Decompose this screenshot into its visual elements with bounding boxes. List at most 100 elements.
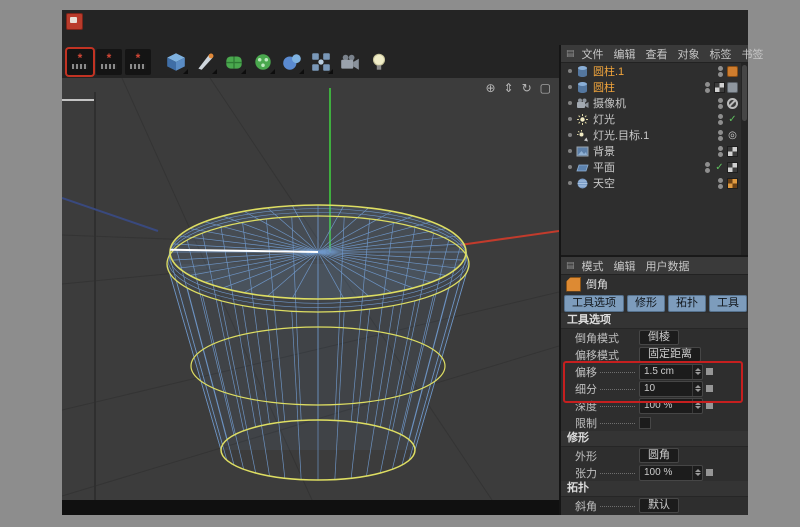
menu-item-edit[interactable]: 编辑 bbox=[609, 46, 641, 62]
object-name[interactable]: 摄像机 bbox=[593, 95, 626, 111]
menu-item-edit[interactable]: 编辑 bbox=[609, 258, 641, 274]
object-row[interactable]: 圆柱.1 bbox=[561, 63, 741, 79]
spinner-arrows-icon[interactable] bbox=[692, 399, 702, 413]
pan-view-icon[interactable]: ⊕ bbox=[485, 81, 495, 95]
menu-item-view[interactable]: 查看 bbox=[641, 46, 673, 62]
light-icon[interactable] bbox=[366, 49, 392, 75]
render-burst-glyph: * bbox=[78, 54, 83, 63]
render-queue-icon[interactable]: * bbox=[125, 49, 151, 75]
expand-dot-icon[interactable] bbox=[568, 101, 572, 105]
expand-dot-icon[interactable] bbox=[568, 133, 572, 137]
object-name[interactable]: 灯光.目标.1 bbox=[593, 127, 649, 143]
visibility-dots-icon[interactable] bbox=[718, 98, 723, 109]
object-name[interactable]: 平面 bbox=[593, 159, 615, 175]
menu-item-bookmarks[interactable]: 书签 bbox=[737, 46, 769, 62]
panel-menu-icon[interactable]: ▤ bbox=[564, 260, 577, 271]
expand-dot-icon[interactable] bbox=[568, 117, 572, 121]
subdivision-input[interactable]: 10 bbox=[639, 381, 703, 397]
tab-tool-options[interactable]: 工具选项 bbox=[564, 295, 624, 312]
slider-handle[interactable] bbox=[706, 368, 713, 375]
object-tree: 圆柱.1 圆柱 摄像机 bbox=[561, 63, 741, 191]
expand-dot-icon[interactable] bbox=[568, 85, 572, 89]
spinner-arrows-icon[interactable] bbox=[692, 382, 702, 396]
expand-dot-icon[interactable] bbox=[568, 69, 572, 73]
object-row[interactable]: 圆柱 bbox=[561, 79, 741, 95]
viewport-3d[interactable]: ⊕ ⇕ ↻ ▢ bbox=[62, 78, 559, 500]
render-settings-icon[interactable]: * bbox=[96, 49, 122, 75]
texture-tag-icon[interactable] bbox=[727, 162, 738, 173]
texture-tag-icon[interactable] bbox=[714, 82, 725, 93]
visibility-dots-icon[interactable] bbox=[718, 66, 723, 77]
expand-dot-icon[interactable] bbox=[568, 149, 572, 153]
light-target-object-icon bbox=[576, 129, 589, 142]
depth-input[interactable]: 100 % bbox=[639, 398, 703, 414]
section-header-tool-options[interactable]: 工具选项 bbox=[561, 313, 748, 329]
tension-input[interactable]: 100 % bbox=[639, 465, 703, 481]
enabled-check-icon[interactable]: ✓ bbox=[714, 162, 725, 173]
menu-item-mode[interactable]: 模式 bbox=[577, 258, 609, 274]
array-icon[interactable] bbox=[308, 49, 334, 75]
menu-item-tags[interactable]: 标签 bbox=[705, 46, 737, 62]
section-header-shaping[interactable]: 修形 bbox=[561, 431, 748, 447]
offset-input[interactable]: 1.5 cm bbox=[639, 364, 703, 380]
metaball-icon[interactable] bbox=[279, 49, 305, 75]
visibility-dots-icon[interactable] bbox=[718, 178, 723, 189]
object-name[interactable]: 灯光 bbox=[593, 111, 615, 127]
miter-dropdown[interactable]: 默认 bbox=[639, 498, 679, 513]
scrollbar[interactable] bbox=[741, 63, 748, 255]
object-row[interactable]: 天空 bbox=[561, 175, 741, 191]
slider-handle[interactable] bbox=[706, 402, 713, 409]
menu-item-objects[interactable]: 对象 bbox=[673, 46, 705, 62]
texture-tag-icon[interactable] bbox=[727, 146, 738, 157]
subdivision-surface-icon[interactable] bbox=[221, 49, 247, 75]
render-view-icon[interactable]: * bbox=[67, 49, 93, 75]
toggle-view-icon[interactable]: ▢ bbox=[540, 81, 551, 95]
tab-topology[interactable]: 拓扑 bbox=[668, 295, 706, 312]
tab-shaping[interactable]: 修形 bbox=[627, 295, 665, 312]
object-row[interactable]: 背景 bbox=[561, 143, 741, 159]
object-row[interactable]: 灯光.目标.1 ◎ bbox=[561, 127, 741, 143]
bevel-mode-dropdown[interactable]: 倒棱 bbox=[639, 330, 679, 345]
film-strip-glyph bbox=[72, 64, 88, 69]
scrollbar-thumb[interactable] bbox=[742, 65, 747, 121]
object-row[interactable]: 灯光 ✓ bbox=[561, 111, 741, 127]
menu-item-userdata[interactable]: 用户数据 bbox=[641, 258, 695, 274]
expand-dot-icon[interactable] bbox=[568, 181, 572, 185]
menu-item-file[interactable]: 文件 bbox=[577, 46, 609, 62]
visibility-dots-icon[interactable] bbox=[705, 162, 710, 173]
texture-tag-icon[interactable] bbox=[727, 178, 738, 189]
polygon-tag-icon[interactable] bbox=[727, 66, 738, 77]
limit-checkbox[interactable] bbox=[639, 417, 651, 429]
visibility-dots-icon[interactable] bbox=[718, 130, 723, 141]
enabled-check-icon[interactable]: ✓ bbox=[727, 114, 738, 125]
offset-mode-dropdown[interactable]: 固定距离 bbox=[639, 347, 701, 362]
visibility-dots-icon[interactable] bbox=[718, 114, 723, 125]
section-header-topology[interactable]: 拓扑 bbox=[561, 481, 748, 497]
camera-icon[interactable] bbox=[337, 49, 363, 75]
target-tag-icon[interactable]: ◎ bbox=[727, 130, 738, 141]
zoom-view-icon[interactable]: ⇕ bbox=[504, 81, 514, 95]
phong-tag-icon[interactable] bbox=[727, 82, 738, 93]
spinner-arrows-icon[interactable] bbox=[692, 365, 702, 379]
object-name[interactable]: 天空 bbox=[593, 175, 615, 191]
tab-tool[interactable]: 工具 bbox=[709, 295, 747, 312]
modeling-objects-icon[interactable] bbox=[250, 49, 276, 75]
shape-dropdown[interactable]: 圆角 bbox=[639, 448, 679, 463]
attr-row-offset-mode: 偏移模式 固定距离 bbox=[561, 346, 748, 363]
visibility-dots-icon[interactable] bbox=[705, 82, 710, 93]
panel-menu-icon[interactable]: ▤ bbox=[564, 48, 577, 59]
slider-handle[interactable] bbox=[706, 385, 713, 392]
spinner-arrows-icon[interactable] bbox=[692, 466, 702, 480]
slider-handle[interactable] bbox=[706, 469, 713, 476]
visibility-dots-icon[interactable] bbox=[718, 146, 723, 157]
expand-dot-icon[interactable] bbox=[568, 165, 572, 169]
object-name[interactable]: 圆柱.1 bbox=[593, 63, 624, 79]
object-name[interactable]: 背景 bbox=[593, 143, 615, 159]
object-row[interactable]: 平面 ✓ bbox=[561, 159, 741, 175]
disabled-tag-icon[interactable] bbox=[727, 98, 738, 109]
object-name[interactable]: 圆柱 bbox=[593, 79, 615, 95]
pen-spline-icon[interactable] bbox=[192, 49, 218, 75]
add-cube-icon[interactable] bbox=[163, 49, 189, 75]
object-row[interactable]: 摄像机 bbox=[561, 95, 741, 111]
rotate-view-icon[interactable]: ↻ bbox=[522, 81, 532, 95]
